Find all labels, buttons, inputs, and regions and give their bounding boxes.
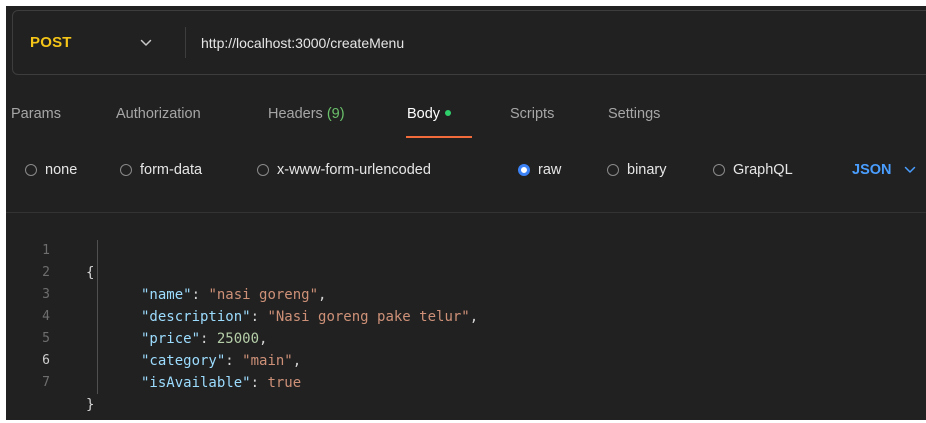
tab-authorization-label: Authorization [116, 106, 201, 122]
option-raw[interactable]: raw [518, 158, 561, 182]
chevron-down-icon [904, 166, 916, 174]
json-colon: : [225, 353, 243, 369]
option-binary[interactable]: binary [607, 158, 667, 182]
tab-body[interactable]: Body [407, 102, 452, 126]
tab-scripts[interactable]: Scripts [510, 102, 554, 126]
radio-none[interactable] [25, 164, 37, 176]
code-line: 7 } [6, 350, 94, 413]
json-value: true [267, 375, 302, 391]
option-form-data[interactable]: form-data [120, 158, 202, 182]
open-brace: { [86, 265, 95, 281]
close-brace: } [86, 397, 95, 413]
radio-binary[interactable] [607, 164, 619, 176]
tab-params-label: Params [11, 106, 61, 122]
code-line: 4 "price": 25000, [6, 284, 267, 347]
json-key: "price" [141, 331, 201, 347]
line-number: 7 [42, 375, 50, 390]
indent-guide [97, 240, 98, 394]
active-tab-underline [406, 136, 472, 138]
radio-urlencoded[interactable] [257, 164, 269, 176]
tab-scripts-label: Scripts [510, 106, 555, 122]
json-comma: , [318, 287, 327, 303]
content-type-label: JSON [852, 162, 892, 178]
code-line: 5 "category": "main", [6, 306, 301, 369]
json-value: "Nasi goreng pake telur" [267, 309, 470, 325]
url-bar: POST http://localhost:3000/createMenu [12, 10, 926, 75]
json-key: "isAvailable" [141, 375, 251, 391]
editor-divider [6, 212, 926, 213]
tab-settings-label: Settings [608, 106, 661, 122]
method-select[interactable]: POST [30, 11, 72, 74]
json-comma: , [469, 309, 479, 325]
json-key: "description" [141, 309, 251, 325]
option-raw-label: raw [538, 162, 562, 178]
option-form-data-label: form-data [140, 162, 203, 178]
option-graphql-label: GraphQL [733, 162, 793, 178]
tab-settings[interactable]: Settings [608, 102, 660, 126]
option-urlencoded[interactable]: x-www-form-urlencoded [257, 158, 431, 182]
tab-headers-label: Headers [268, 106, 323, 122]
code-line: 3 "description": "Nasi goreng pake telur… [6, 262, 478, 325]
json-value: "nasi goreng" [208, 287, 319, 303]
body-indicator-dot [445, 110, 452, 117]
option-graphql[interactable]: GraphQL [713, 158, 793, 182]
tab-params[interactable]: Params [11, 102, 61, 126]
url-divider [185, 27, 186, 58]
option-none-label: none [45, 162, 78, 178]
json-field: "category": "main", [141, 350, 301, 372]
tab-authorization[interactable]: Authorization [116, 102, 201, 126]
json-field: "name": "nasi goreng", [141, 284, 326, 306]
url-text: http://localhost:3000/createMenu [201, 34, 405, 51]
radio-graphql[interactable] [713, 164, 725, 176]
postman-request-editor: POST http://localhost:3000/createMenu Pa… [6, 6, 926, 420]
url-input[interactable]: http://localhost:3000/createMenu [201, 11, 404, 74]
json-comma: , [292, 353, 302, 369]
tab-headers[interactable]: Headers (9) [268, 102, 345, 126]
json-colon: : [250, 375, 268, 391]
json-colon: : [200, 331, 217, 347]
radio-form-data[interactable] [120, 164, 132, 176]
tab-body-label: Body [407, 106, 441, 122]
json-value: 25000 [216, 331, 260, 347]
json-field: "isAvailable": true [141, 372, 301, 394]
code-line: 1 { [6, 218, 94, 281]
option-binary-label: binary [627, 162, 667, 178]
content-type-select[interactable]: JSON [852, 158, 916, 182]
json-field: "price": 25000, [141, 328, 267, 350]
code-editor[interactable]: 1 { 2 "name": "nasi goreng", 3 "descript… [6, 218, 926, 418]
code-line: 6 "isAvailable": true [6, 328, 301, 391]
option-urlencoded-label: x-www-form-urlencoded [277, 162, 431, 178]
json-key: "category" [141, 353, 226, 369]
radio-raw[interactable] [518, 164, 530, 176]
json-colon: : [191, 287, 209, 303]
json-value: "main" [242, 353, 293, 369]
json-key: "name" [141, 287, 192, 303]
option-none[interactable]: none [25, 158, 77, 182]
json-comma: , [259, 331, 268, 347]
chevron-down-icon[interactable] [140, 11, 152, 74]
json-colon: : [250, 309, 268, 325]
headers-count-badge: (9) [326, 106, 345, 122]
method-label: POST [30, 34, 72, 51]
json-field: "description": "Nasi goreng pake telur", [141, 306, 478, 328]
code-line: 2 "name": "nasi goreng", [6, 240, 326, 303]
